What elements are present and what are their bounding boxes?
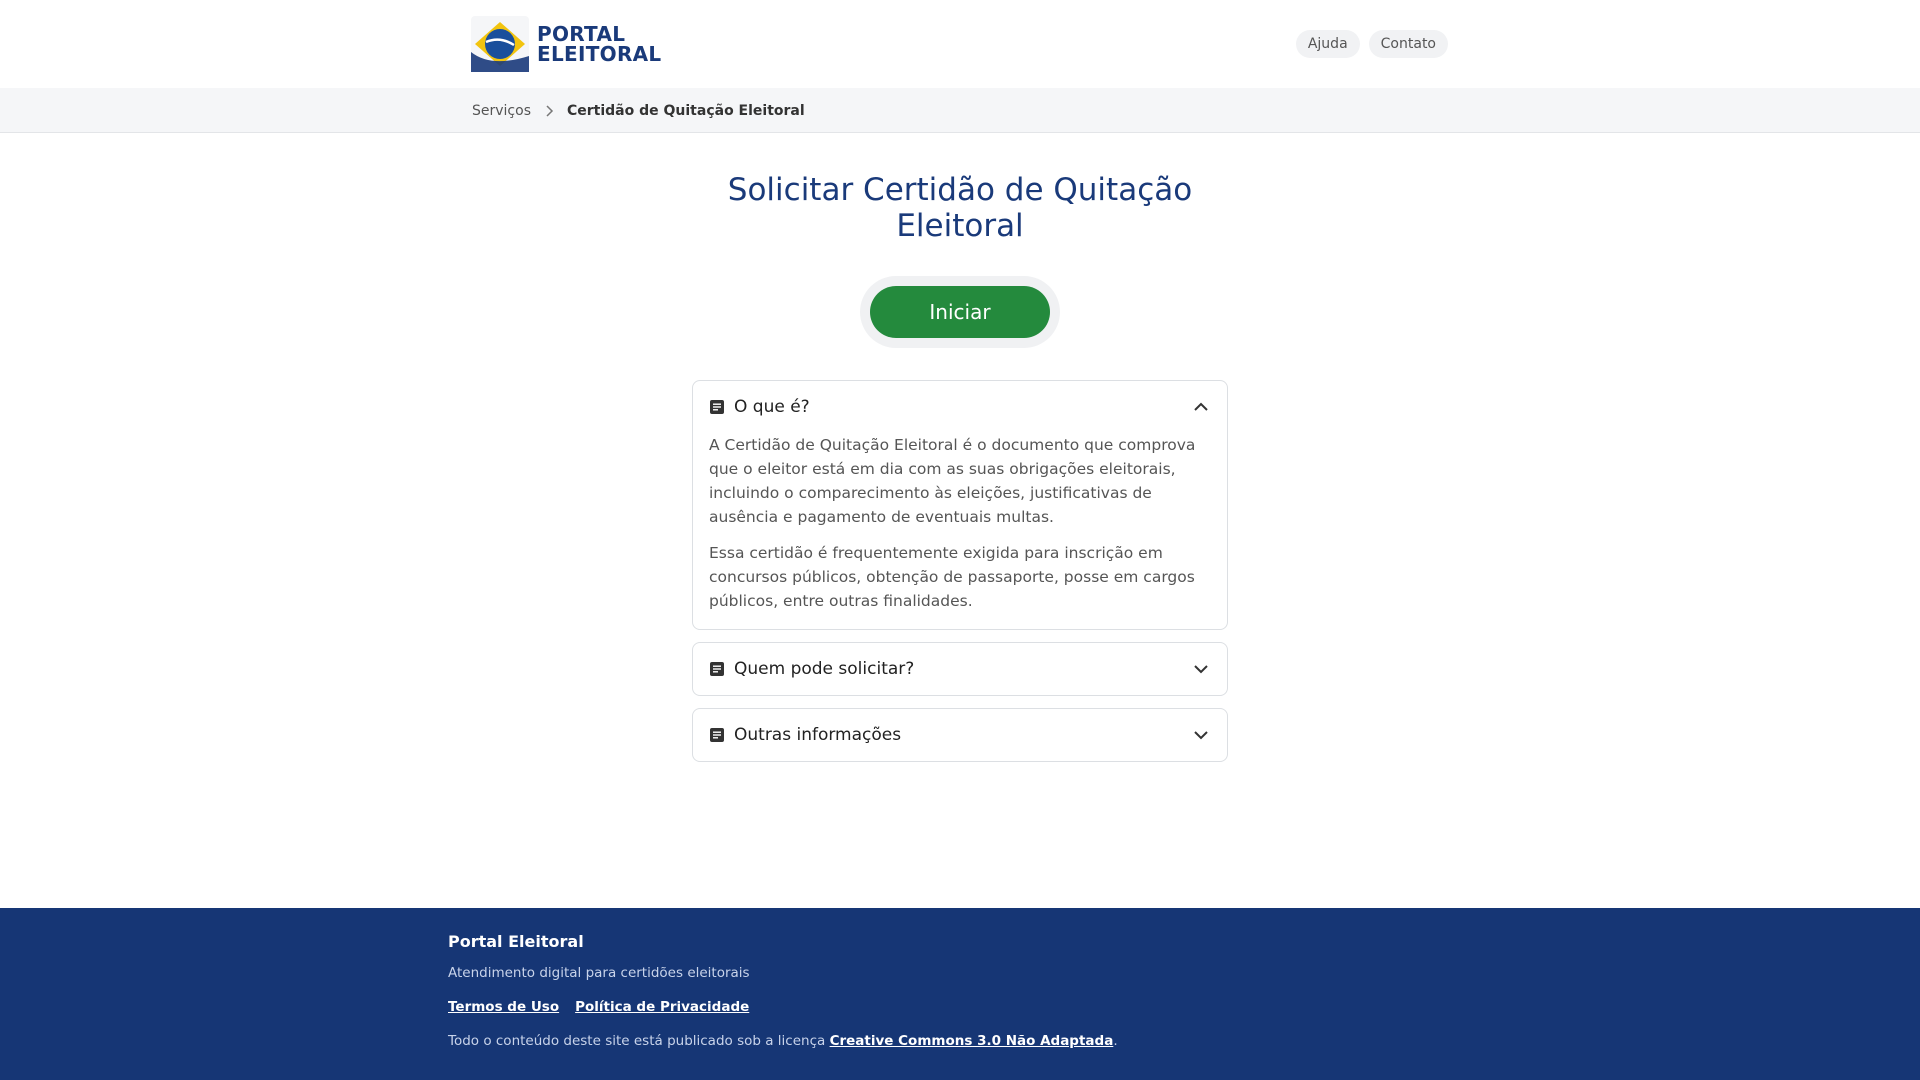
site-header: PORTAL ELEITORAL Ajuda Contato bbox=[0, 0, 1920, 88]
chevron-down-icon[interactable] bbox=[1191, 725, 1211, 745]
license-suffix: . bbox=[1113, 1033, 1118, 1049]
document-icon bbox=[710, 728, 724, 742]
accordion-item-who-can-request: Quem pode solicitar? bbox=[692, 642, 1228, 696]
document-icon bbox=[710, 400, 724, 414]
accordion-header-other-info[interactable]: Outras informações bbox=[693, 709, 1227, 761]
chevron-up-icon[interactable] bbox=[1191, 397, 1211, 417]
footer-subtitle: Atendimento digital para certidões eleit… bbox=[448, 965, 750, 981]
footer-links: Termos de Uso Política de Privacidade bbox=[448, 999, 1118, 1015]
footer-inner: Portal Eleitoral Atendimento digital par… bbox=[448, 932, 1118, 1049]
portal-logo[interactable]: PORTAL ELEITORAL bbox=[471, 16, 661, 72]
accordion-item-other-info: Outras informações bbox=[692, 708, 1228, 762]
breadcrumb-current: Certidão de Quitação Eleitoral bbox=[567, 102, 805, 119]
brazil-flag-logo-icon bbox=[471, 16, 529, 72]
chevron-right-icon bbox=[546, 104, 554, 117]
logo-line-2: ELEITORAL bbox=[537, 42, 662, 66]
page-title: Solicitar Certidão de Quitação Eleitoral bbox=[727, 172, 1193, 244]
breadcrumb: Serviços Certidão de Quitação Eleitoral bbox=[472, 88, 805, 133]
contact-link[interactable]: Contato bbox=[1368, 30, 1448, 58]
breadcrumb-bar bbox=[0, 88, 1920, 133]
help-link[interactable]: Ajuda bbox=[1295, 30, 1360, 58]
logo-text: PORTAL ELEITORAL bbox=[537, 24, 661, 64]
accordion-item-what-is: O que é? A Certidão de Quitação Eleitora… bbox=[692, 380, 1228, 630]
start-button[interactable]: Iniciar bbox=[870, 286, 1050, 338]
site-footer: Portal Eleitoral Atendimento digital par… bbox=[0, 908, 1920, 1080]
footer-title: Portal Eleitoral bbox=[448, 932, 584, 951]
footer-license: Todo o conteúdo deste site está publicad… bbox=[448, 1033, 1118, 1049]
accordion-title: Outras informações bbox=[734, 725, 902, 745]
accordion-paragraph: A Certidão de Quitação Eleitoral é o doc… bbox=[709, 436, 1196, 526]
license-prefix: Todo o conteúdo deste site está publicad… bbox=[448, 1033, 826, 1049]
license-link[interactable]: Creative Commons 3.0 Não Adaptada bbox=[830, 1033, 1114, 1049]
main-content: Solicitar Certidão de Quitação Eleitoral… bbox=[0, 134, 1920, 774]
accordion-paragraph: Essa certidão é frequentemente exigida p… bbox=[709, 544, 1195, 610]
info-accordion: O que é? A Certidão de Quitação Eleitora… bbox=[692, 380, 1228, 762]
logo-line-1: PORTAL bbox=[537, 22, 626, 46]
top-links: Ajuda Contato bbox=[1295, 30, 1448, 58]
start-button-wrap: Iniciar bbox=[860, 276, 1060, 348]
accordion-header-what-is[interactable]: O que é? bbox=[693, 381, 1227, 433]
accordion-title: O que é? bbox=[734, 397, 810, 417]
breadcrumb-services-link[interactable]: Serviços bbox=[472, 103, 531, 119]
terms-link[interactable]: Termos de Uso bbox=[448, 999, 559, 1015]
accordion-body-what-is: A Certidão de Quitação Eleitoral é o doc… bbox=[693, 433, 1227, 629]
accordion-header-who-can-request[interactable]: Quem pode solicitar? bbox=[693, 643, 1227, 695]
privacy-link[interactable]: Política de Privacidade bbox=[575, 999, 749, 1015]
chevron-down-icon[interactable] bbox=[1191, 659, 1211, 679]
header-inner: PORTAL ELEITORAL Ajuda Contato bbox=[471, 0, 1448, 88]
document-icon bbox=[710, 662, 724, 676]
accordion-title: Quem pode solicitar? bbox=[734, 659, 915, 679]
